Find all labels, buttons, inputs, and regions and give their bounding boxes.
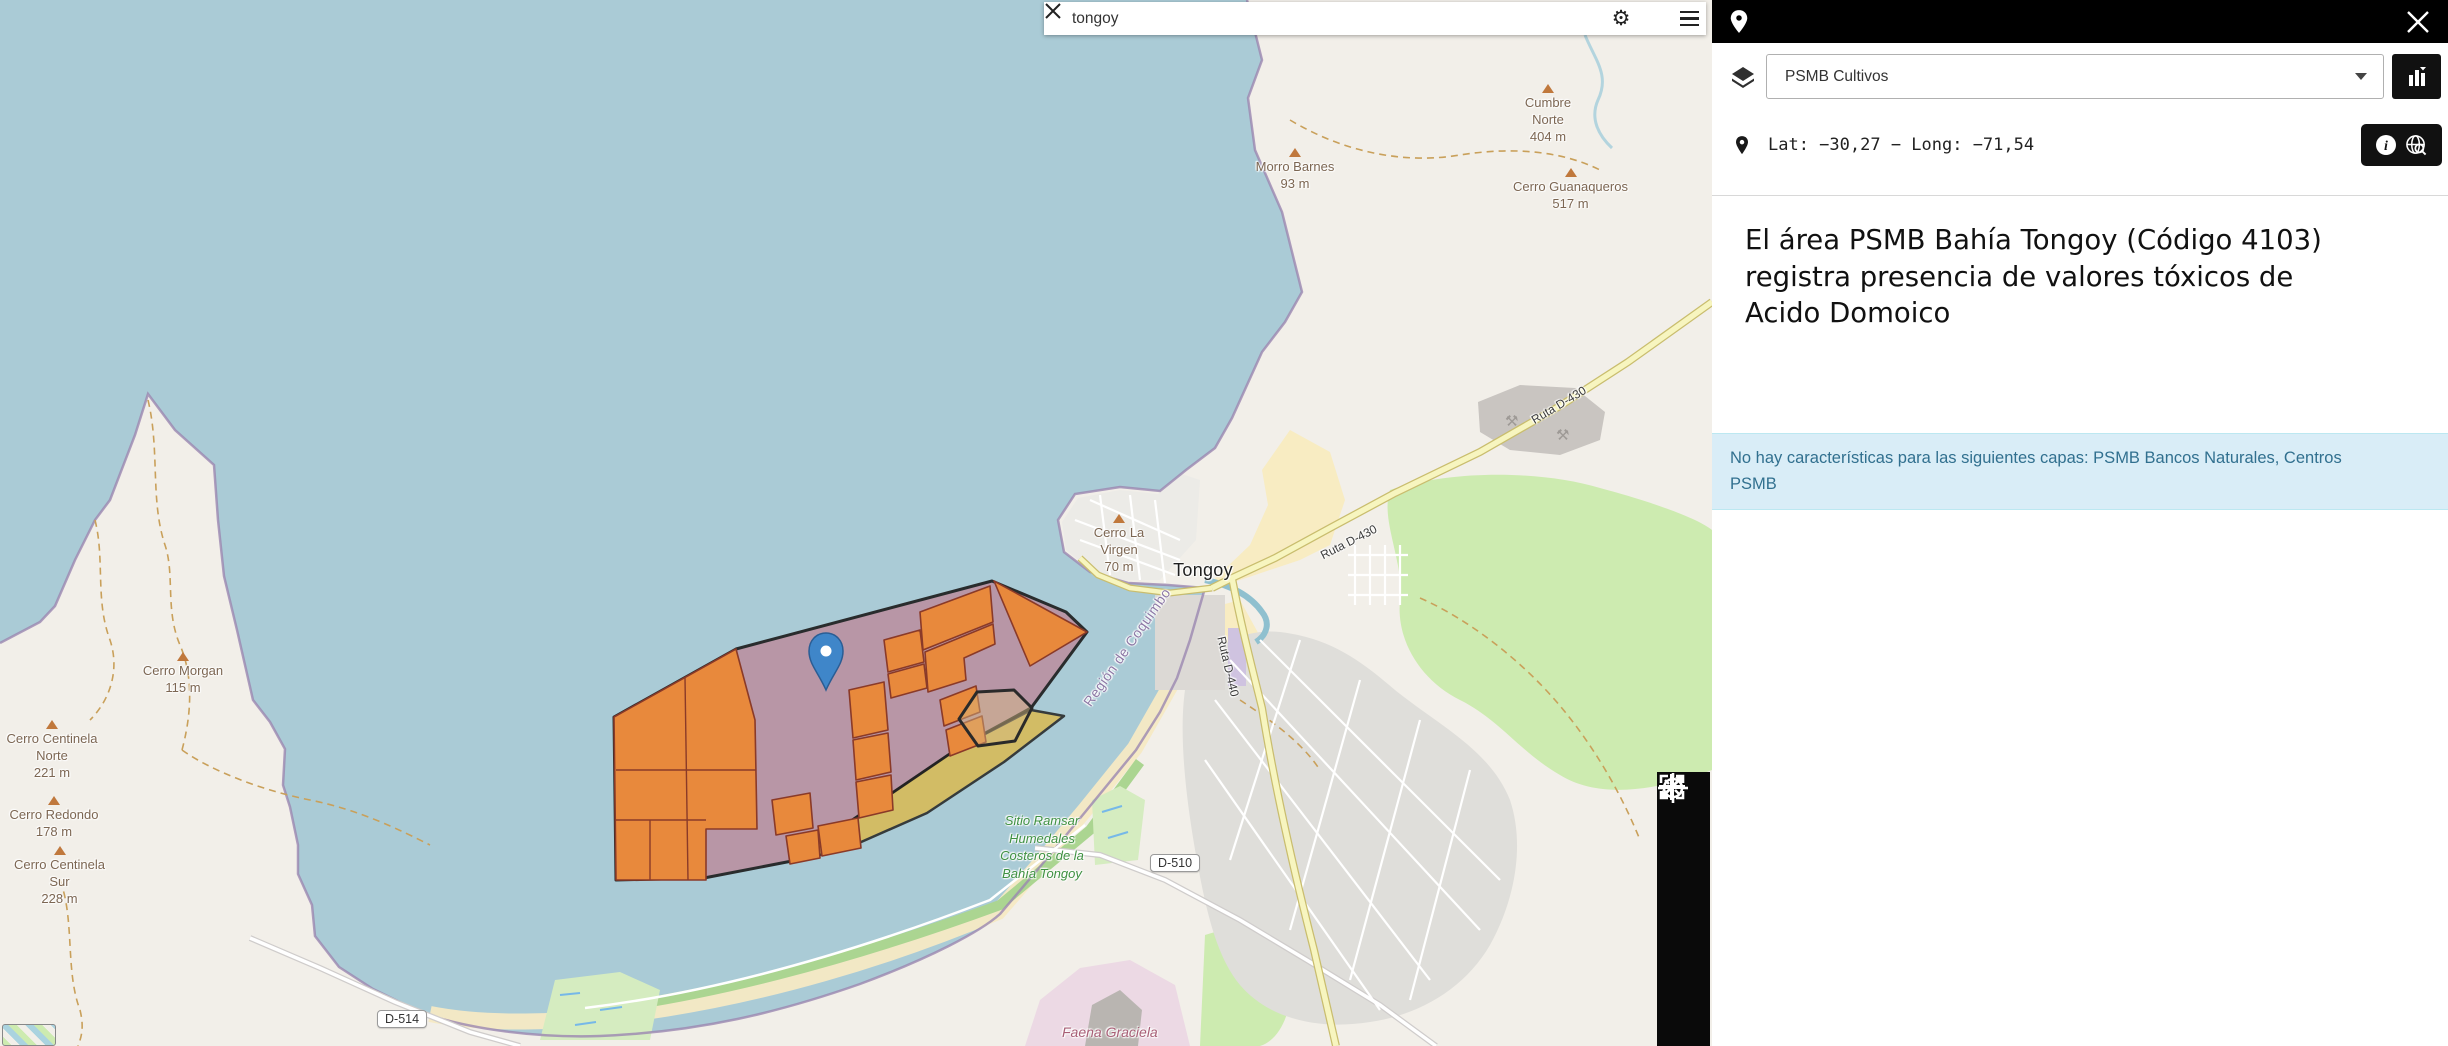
search-bar: ⚙: [1044, 2, 1706, 35]
feature-info-panel: PSMB Cultivos Lat: −30,27 − Long: −71,54: [1712, 0, 2448, 1046]
peak-icon: [1289, 148, 1301, 157]
gis-viewer: ⚒ ⚒: [0, 0, 2448, 1046]
peak-label: Cerro Morgan115 m: [122, 652, 244, 697]
fullscreen-button[interactable]: [1662, 990, 1706, 1036]
coordinates-text: Lat: −30,27 − Long: −71,54: [1768, 135, 2034, 155]
menu-hamburger-icon[interactable]: [1672, 2, 1706, 35]
panel-header: [1712, 0, 2448, 43]
globe-search-icon: [2405, 134, 2428, 157]
panel-divider: [1712, 195, 2448, 196]
peak-icon: [1542, 84, 1554, 93]
zoom-in-button[interactable]: [1662, 834, 1706, 880]
layers-icon: [1730, 64, 1756, 90]
zoom-extent-button[interactable]: [1662, 938, 1706, 984]
peak-label: Cerro Centinela Norte221 m: [6, 720, 98, 782]
peak-label: Cumbre Norte404 m: [1508, 84, 1588, 146]
location-pin-icon: [1728, 8, 1750, 36]
search-input[interactable]: [1044, 10, 1604, 28]
coordinates-row: Lat: −30,27 − Long: −71,54 i: [1712, 118, 2448, 172]
layer-select[interactable]: PSMB Cultivos: [1766, 54, 2384, 99]
peak-icon: [1113, 514, 1125, 523]
ramsar-site-label: Sitio Ramsar Humedales Costeros de la Ba…: [983, 812, 1101, 882]
peak-label: Cerro La Virgen70 m: [1076, 514, 1162, 576]
zoom-out-button[interactable]: [1662, 886, 1706, 932]
peak-icon: [1565, 168, 1577, 177]
info-tools-button[interactable]: i: [2361, 124, 2442, 166]
layer-select-row: PSMB Cultivos: [1712, 54, 2448, 99]
overview-map-toggle[interactable]: [2, 1024, 56, 1046]
bar-chart-icon: [2405, 65, 2429, 89]
info-icon: i: [2375, 134, 2397, 156]
alert-message: El área PSMB Bahía Tongoy (Código 4103) …: [1745, 222, 2365, 332]
no-features-notice-text: No hay características para las siguient…: [1730, 445, 2360, 498]
peak-label: Cerro Redondo178 m: [0, 796, 108, 841]
no-features-notice: No hay características para las siguient…: [1712, 433, 2448, 510]
peak-label: Cerro Centinela Sur228 m: [12, 846, 107, 908]
map-canvas[interactable]: ⚒ ⚒: [0, 0, 1712, 1046]
peak-label: Morro Barnes93 m: [1254, 148, 1336, 193]
peak-icon: [48, 796, 60, 805]
chart-button[interactable]: [2392, 54, 2441, 99]
chevron-down-icon: [2355, 73, 2367, 80]
road-shield: D-510: [1150, 854, 1200, 872]
road-shield: D-514: [377, 1010, 427, 1028]
peak-icon: [46, 720, 58, 729]
clear-search-icon[interactable]: [1638, 2, 1672, 35]
close-panel-icon[interactable]: [2404, 8, 2432, 36]
settings-gear-icon[interactable]: ⚙: [1604, 2, 1638, 35]
mine-icon: ⚒: [1556, 427, 1569, 444]
peak-icon: [54, 846, 66, 855]
map-controls: [1657, 772, 1710, 1046]
peak-icon: [177, 652, 189, 661]
map-graphics: ⚒ ⚒: [0, 0, 1712, 1046]
town-label: Tongoy: [1158, 560, 1248, 581]
faena-label: Faena Graciela: [1062, 1024, 1158, 1040]
layer-select-value: PSMB Cultivos: [1767, 68, 2355, 86]
location-pin-small-icon: [1734, 135, 1750, 156]
svg-text:i: i: [2384, 139, 2388, 154]
peak-label: Cerro Guanaqueros517 m: [1488, 168, 1653, 213]
